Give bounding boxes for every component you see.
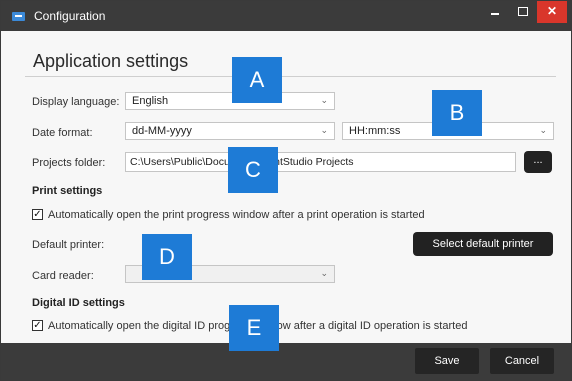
page-title: Application settings <box>33 51 189 71</box>
browse-folder-button[interactable]: ... <box>524 151 552 173</box>
digital-id-auto-open-checkbox[interactable]: ✓ <box>32 320 43 331</box>
chevron-down-icon: ⌄ <box>320 268 328 278</box>
print-auto-open-checkbox[interactable]: ✓ <box>32 209 43 220</box>
footer-bar <box>1 343 571 380</box>
display-language-label: Display language: <box>32 96 120 108</box>
default-printer-label: Default printer: <box>32 239 105 251</box>
card-reader-label: Card reader: <box>32 270 94 282</box>
display-language-select[interactable]: English ⌄ <box>125 92 335 110</box>
app-icon <box>12 12 25 21</box>
print-settings-heading: Print settings <box>32 185 103 197</box>
maximize-icon <box>518 7 528 16</box>
minimize-icon <box>491 13 499 15</box>
chevron-down-icon: ⌄ <box>320 95 328 105</box>
date-format-label: Date format: <box>32 127 93 139</box>
callout-marker-b: B <box>432 90 482 136</box>
callout-marker-e: E <box>229 305 279 351</box>
callout-marker-a: A <box>232 57 282 103</box>
chevron-down-icon: ⌄ <box>539 125 547 135</box>
select-default-printer-button[interactable]: Select default printer <box>413 232 553 256</box>
digital-id-settings-heading: Digital ID settings <box>32 297 125 309</box>
callout-marker-c: C <box>228 147 278 193</box>
projects-folder-input[interactable]: C:\Users\Public\Documents\PrintStudio Pr… <box>125 152 516 172</box>
save-button[interactable]: Save <box>415 348 479 374</box>
display-language-value: English <box>132 95 169 107</box>
cancel-button[interactable]: Cancel <box>490 348 554 374</box>
window-title: Configuration <box>34 9 106 23</box>
callout-marker-d: D <box>142 234 192 280</box>
close-button[interactable]: ✕ <box>537 1 567 23</box>
title-bar: Configuration ✕ <box>1 1 571 31</box>
divider <box>25 76 556 77</box>
chevron-down-icon: ⌄ <box>320 125 328 135</box>
date-format-value: dd-MM-yyyy <box>132 125 192 137</box>
projects-folder-label: Projects folder: <box>32 157 106 169</box>
date-format-select[interactable]: dd-MM-yyyy ⌄ <box>125 122 335 140</box>
configuration-window: Configuration ✕ Application settings Dis… <box>0 0 572 381</box>
print-auto-open-label: Automatically open the print progress wi… <box>48 209 425 221</box>
time-format-value: HH:mm:ss <box>349 125 401 137</box>
maximize-button[interactable] <box>509 1 537 23</box>
minimize-button[interactable] <box>481 1 509 23</box>
